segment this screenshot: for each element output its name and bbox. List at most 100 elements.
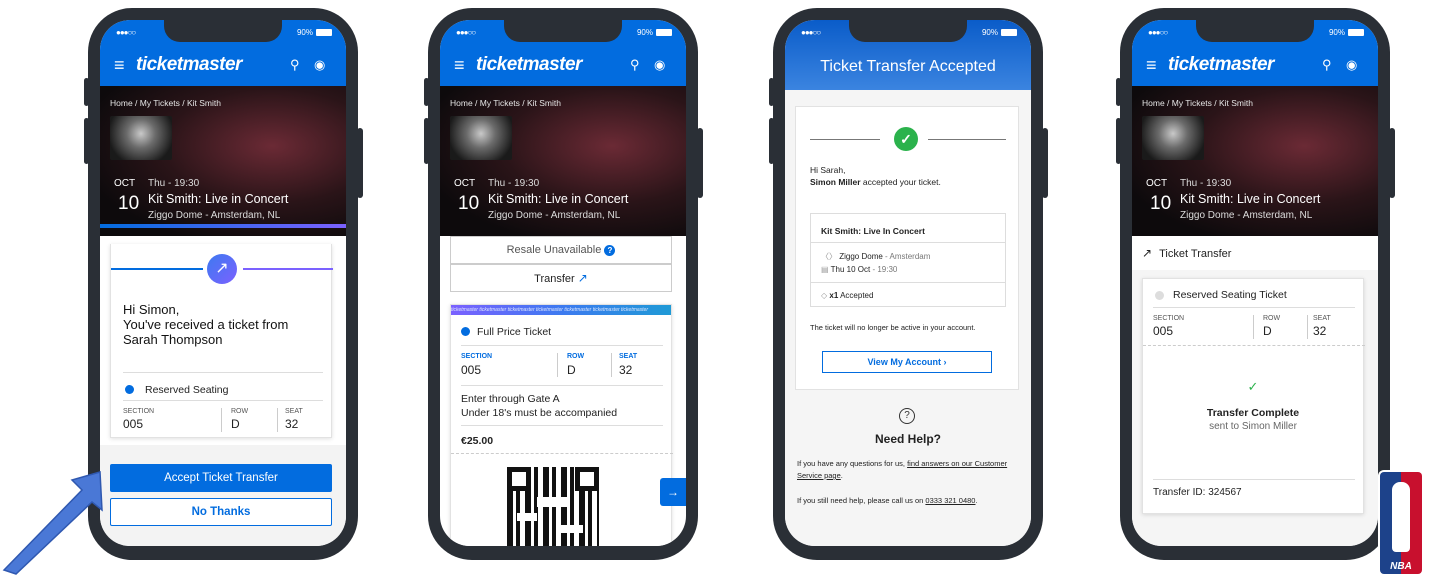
transfer-button[interactable]: Transfer ↗	[450, 264, 672, 292]
side-button	[1389, 128, 1395, 198]
phone-link[interactable]: 0333 321 0480	[925, 496, 975, 505]
divider	[1307, 315, 1308, 339]
volume-button	[424, 118, 429, 164]
ticket-type: Reserved Seating Ticket	[1173, 289, 1287, 301]
search-icon[interactable]: ⚲	[1322, 57, 1332, 73]
volume-button	[424, 78, 429, 106]
divider	[123, 372, 323, 373]
account-icon[interactable]: ◉	[654, 57, 665, 73]
breadcrumb[interactable]: Home / My Tickets / Kit Smith	[1142, 98, 1253, 108]
event-time: - 19:30	[872, 265, 898, 274]
transfer-arrow-icon: ↗	[577, 271, 588, 285]
divider	[1153, 479, 1355, 480]
row-label: ROW	[567, 353, 585, 360]
event-time: Thu - 19:30	[488, 178, 540, 189]
event-day: 10	[1150, 193, 1172, 214]
notch	[849, 20, 967, 42]
row-label: ROW	[231, 408, 249, 415]
volume-button	[769, 78, 774, 106]
brand-logo[interactable]: ticketmaster	[136, 54, 242, 76]
event-month: OCT	[114, 178, 136, 189]
brand-strip: ticketmaster ticketmaster ticketmaster t…	[451, 305, 671, 315]
event-title: Kit Smith: Live In Concert	[821, 226, 925, 236]
checkmark-icon: ✓	[894, 127, 918, 151]
search-icon[interactable]: ⚲	[290, 57, 300, 73]
venue-line: 〈〉 Ziggo Dome - Amsterdam	[821, 251, 930, 262]
breadcrumb[interactable]: Home / My Tickets / Kit Smith	[110, 98, 221, 108]
phone-1: ●●●○○ 90% ≡ ticketmaster ⚲ ◉ Home / My T…	[84, 8, 363, 560]
section-value: 005	[123, 417, 144, 431]
transfer-arrow-icon: ↗	[207, 254, 237, 284]
divider	[811, 242, 1005, 243]
email-card: ✓ Hi Sarah, Simon Miller accepted your t…	[795, 106, 1019, 390]
menu-icon[interactable]: ≡	[114, 56, 125, 74]
logo-silhouette	[1392, 482, 1410, 552]
transfer-arrow-icon: ↗	[1142, 246, 1153, 260]
event-hero: Home / My Tickets / Kit Smith OCT 10 Thu…	[1132, 86, 1378, 236]
screen-3: ●●●○○ 90% Ticket Transfer Accepted ✓ Hi …	[785, 20, 1031, 546]
row-value: D	[567, 363, 576, 377]
ticket-type-dot	[461, 327, 470, 336]
notch	[164, 20, 282, 42]
battery-icon	[316, 29, 332, 36]
event-day: 10	[458, 193, 480, 214]
next-arrow-icon[interactable]: →	[660, 478, 686, 506]
event-month: OCT	[1146, 178, 1168, 189]
info-icon: ?	[604, 244, 616, 256]
divider	[461, 425, 663, 426]
menu-icon[interactable]: ≡	[454, 56, 465, 74]
divider	[557, 353, 558, 377]
event-venue: Ziggo Dome - Amsterdam, NL	[148, 210, 281, 221]
accept-transfer-button[interactable]: Accept Ticket Transfer	[110, 464, 332, 492]
venue-city: - Amsterdam	[885, 252, 931, 261]
account-icon[interactable]: ◉	[314, 57, 325, 73]
event-thumbnail	[450, 116, 512, 160]
transfer-complete-sub: sent to Simon Miller	[1209, 421, 1297, 432]
resale-box[interactable]: Resale Unavailable ?	[450, 236, 672, 264]
account-icon[interactable]: ◉	[1346, 57, 1357, 73]
accepted-line: Simon Miller accepted your ticket.	[810, 177, 941, 187]
seat-value: 32	[1313, 324, 1327, 338]
seat-value: 32	[285, 417, 299, 431]
battery-icon	[1348, 29, 1364, 36]
menu-icon[interactable]: ≡	[1146, 56, 1157, 74]
search-icon[interactable]: ⚲	[630, 57, 640, 73]
brand-logo[interactable]: ticketmaster	[1168, 54, 1274, 76]
seat-label: SEAT	[619, 353, 638, 360]
side-button	[1042, 128, 1048, 198]
brand-logo[interactable]: ticketmaster	[476, 54, 582, 76]
battery-indicator: 90%	[982, 28, 1017, 37]
inactive-note: The ticket will no longer be active in y…	[810, 323, 976, 332]
checkmark-icon: ✓	[1247, 379, 1259, 394]
event-box: Kit Smith: Live In Concert 〈〉 Ziggo Dome…	[810, 213, 1006, 307]
section-label: SECTION	[461, 353, 493, 360]
section-value: 005	[461, 363, 482, 377]
breadcrumb[interactable]: Home / My Tickets / Kit Smith	[450, 98, 561, 108]
qr-code	[507, 467, 599, 546]
progress-bar	[100, 224, 346, 228]
ticket-type: Reserved Seating	[145, 384, 229, 396]
section-value: 005	[1153, 324, 1174, 338]
ticket-type-dot	[1155, 291, 1164, 300]
event-thumbnail	[1142, 116, 1204, 160]
event-day: 10	[118, 193, 140, 214]
divider	[461, 345, 663, 346]
view-account-button[interactable]: View My Account ›	[822, 351, 992, 373]
accepted-word: Accepted	[840, 291, 874, 300]
tear-line	[1143, 345, 1365, 346]
volume-button	[84, 78, 89, 106]
event-time: Thu - 19:30	[1180, 178, 1232, 189]
accepter-name: Simon Miller	[810, 177, 861, 187]
event-time: Thu - 19:30	[148, 178, 200, 189]
page-title: Ticket Transfer Accepted	[820, 58, 996, 75]
divider	[1153, 307, 1355, 308]
logo-text: NBA	[1390, 561, 1412, 572]
no-thanks-button[interactable]: No Thanks	[110, 498, 332, 526]
screen-1: ●●●○○ 90% ≡ ticketmaster ⚲ ◉ Home / My T…	[100, 20, 346, 546]
section-label: SECTION	[1153, 315, 1185, 322]
divider	[928, 139, 1006, 140]
battery-icon	[1001, 29, 1017, 36]
transfer-label: Transfer	[534, 273, 575, 285]
transfer-message: You've received a ticket from Sarah Thom…	[123, 317, 289, 347]
battery-indicator: 90%	[1329, 28, 1364, 37]
